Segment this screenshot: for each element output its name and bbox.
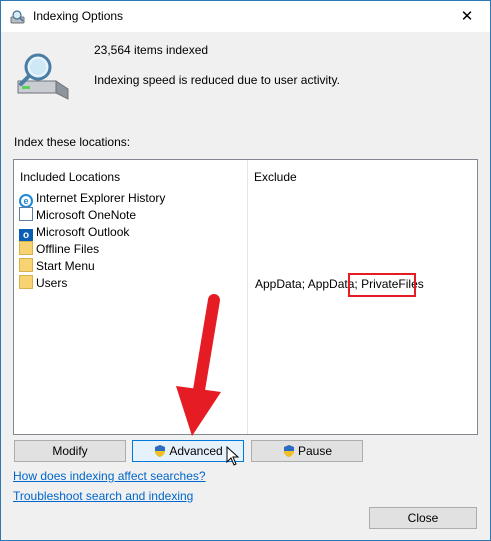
troubleshoot-link[interactable]: Troubleshoot search and indexing	[13, 489, 193, 503]
modify-button[interactable]: Modify	[14, 440, 126, 462]
exclude-header[interactable]: Exclude	[254, 170, 297, 184]
close-button[interactable]: Close	[369, 507, 477, 529]
pause-button[interactable]: Pause	[251, 440, 363, 462]
how-indexing-link[interactable]: How does indexing affect searches?	[13, 469, 206, 483]
location-row-start-menu[interactable]: Start Menu	[19, 258, 95, 274]
locations-label: Index these locations:	[14, 135, 131, 149]
uac-shield-icon	[283, 445, 294, 457]
mouse-cursor-icon	[226, 446, 240, 466]
indexing-app-icon	[10, 10, 25, 24]
folder-icon	[19, 241, 33, 255]
title-bar[interactable]: Indexing Options ✕	[1, 1, 490, 32]
internet-explorer-icon: e	[19, 194, 33, 208]
indexing-status: Indexing speed is reduced due to user ac…	[94, 73, 340, 87]
folder-icon	[19, 258, 33, 272]
indexing-options-window: Indexing Options ✕ 23,564 items indexed …	[0, 0, 491, 541]
location-row-ie-history[interactable]: e Internet Explorer History	[19, 190, 165, 208]
folder-icon	[19, 275, 33, 289]
locations-listbox[interactable]: Included Locations Exclude e Internet Exp…	[13, 159, 478, 435]
location-row-outlook[interactable]: o Microsoft Outlook	[19, 224, 129, 243]
indexing-drive-icon	[17, 53, 69, 100]
included-locations-header[interactable]: Included Locations	[20, 170, 120, 184]
private-files-highlight-box	[348, 273, 416, 297]
column-divider	[247, 160, 248, 434]
location-row-offline-files[interactable]: Offline Files	[19, 241, 99, 257]
close-icon[interactable]: ✕	[444, 1, 490, 32]
location-row-users[interactable]: Users	[19, 275, 67, 291]
items-indexed-count: 23,564 items indexed	[94, 43, 209, 57]
location-row-onenote[interactable]: Microsoft OneNote	[19, 207, 136, 223]
onenote-icon	[19, 207, 33, 221]
uac-shield-icon	[155, 445, 166, 457]
window-title: Indexing Options	[33, 9, 124, 23]
